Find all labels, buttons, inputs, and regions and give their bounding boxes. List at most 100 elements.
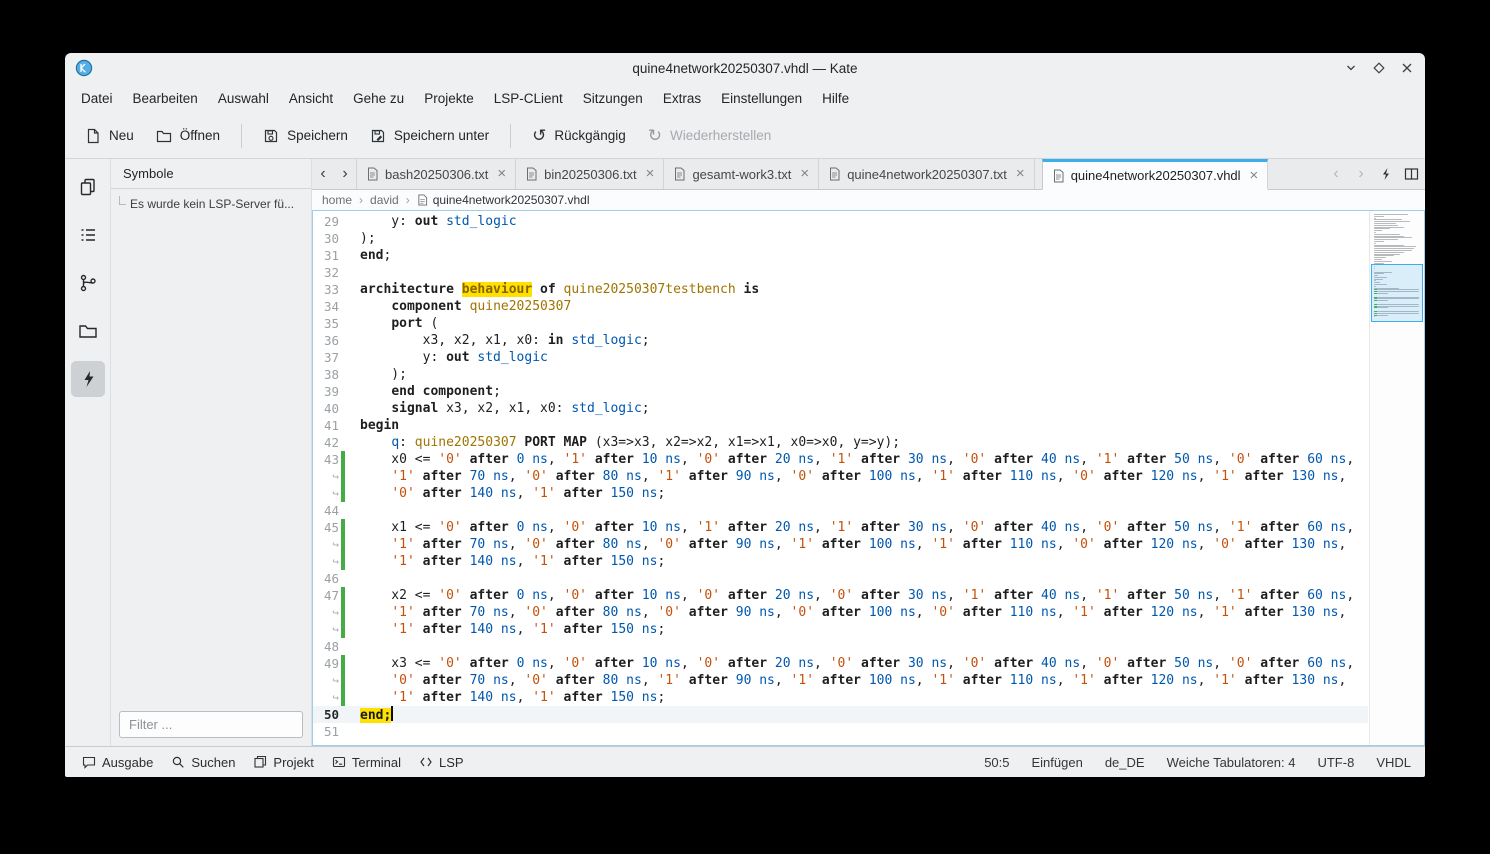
menu-einstellungen[interactable]: Einstellungen bbox=[711, 87, 812, 110]
breadcrumb-home[interactable]: home bbox=[322, 193, 352, 207]
tab-mode[interactable]: Weiche Tabulatoren: 4 bbox=[1167, 755, 1296, 770]
syntax-mode[interactable]: VHDL bbox=[1376, 755, 1411, 770]
view-history-back-button[interactable]: ‹ bbox=[1325, 165, 1347, 183]
code-line-38[interactable]: 38 ); bbox=[313, 366, 1368, 383]
tab-quine4network20250307.vhdl[interactable]: quine4network20250307.vhdl× bbox=[1042, 159, 1269, 190]
menu-gehe-zu[interactable]: Gehe zu bbox=[343, 87, 414, 110]
symbol-list-tool-button[interactable] bbox=[71, 217, 105, 253]
documents-tool-button[interactable] bbox=[71, 169, 105, 205]
external-tools-button[interactable] bbox=[71, 361, 105, 397]
menu-hilfe[interactable]: Hilfe bbox=[812, 87, 859, 110]
code-line-50[interactable]: 50end; bbox=[313, 706, 1368, 723]
code-line-44[interactable]: 44 bbox=[313, 502, 1368, 519]
view-history-forward-button[interactable]: › bbox=[1350, 165, 1372, 183]
tab-close-icon[interactable]: × bbox=[1250, 170, 1259, 182]
menu-ansicht[interactable]: Ansicht bbox=[279, 87, 343, 110]
minimap-line bbox=[1374, 252, 1404, 253]
code-line-31[interactable]: 31end; bbox=[313, 247, 1368, 264]
code-line-wrap[interactable]: ↪ '1' after 140 ns, '1' after 150 ns; bbox=[313, 621, 1368, 638]
quick-open-button[interactable] bbox=[1375, 167, 1397, 181]
save-button[interactable]: Speichern bbox=[253, 122, 358, 150]
code-line-wrap[interactable]: ↪ '0' after 70 ns, '0' after 80 ns, '1' … bbox=[313, 672, 1368, 689]
breadcrumb-david[interactable]: david bbox=[370, 193, 399, 207]
search-pane-button[interactable]: Suchen bbox=[162, 751, 244, 774]
code-line-36[interactable]: 36 x3, x2, x1, x0: in std_logic; bbox=[313, 332, 1368, 349]
code-line-39[interactable]: 39 end component; bbox=[313, 383, 1368, 400]
menu-bearbeiten[interactable]: Bearbeiten bbox=[123, 87, 208, 110]
code-line-47[interactable]: 47 x2 <= '0' after 0 ns, '0' after 10 ns… bbox=[313, 587, 1368, 604]
wrap-indicator-icon: ↪ bbox=[313, 689, 339, 706]
code-line-wrap[interactable]: ↪ '1' after 140 ns, '1' after 150 ns; bbox=[313, 553, 1368, 570]
tabs-scroll-right-button[interactable]: › bbox=[334, 159, 356, 189]
tab-close-icon[interactable]: × bbox=[497, 168, 506, 180]
document-open-icon bbox=[156, 128, 172, 144]
menu-datei[interactable]: Datei bbox=[71, 87, 123, 110]
code-line-51[interactable]: 51 bbox=[313, 723, 1368, 740]
code-text: ); bbox=[345, 366, 407, 383]
code-line-40[interactable]: 40 signal x3, x2, x1, x0: std_logic; bbox=[313, 400, 1368, 417]
code-line-32[interactable]: 32 bbox=[313, 264, 1368, 281]
project-pane-button[interactable]: Projekt bbox=[244, 751, 322, 774]
filesystem-tool-button[interactable] bbox=[71, 313, 105, 349]
filter-input[interactable] bbox=[119, 711, 303, 738]
encoding[interactable]: UTF-8 bbox=[1317, 755, 1354, 770]
close-button[interactable] bbox=[1399, 60, 1415, 76]
menu-projekte[interactable]: Projekte bbox=[414, 87, 484, 110]
menu-extras[interactable]: Extras bbox=[653, 87, 711, 110]
open-button[interactable]: Öffnen bbox=[146, 122, 230, 150]
code-line-wrap[interactable]: ↪ '1' after 70 ns, '0' after 80 ns, '0' … bbox=[313, 536, 1368, 553]
tabs-scroll-left-button[interactable]: ‹ bbox=[312, 159, 334, 189]
menu-auswahl[interactable]: Auswahl bbox=[208, 87, 279, 110]
git-tool-button[interactable] bbox=[71, 265, 105, 301]
code-line-43[interactable]: 43 x0 <= '0' after 0 ns, '1' after 10 ns… bbox=[313, 451, 1368, 468]
tab-bash20250306.txt[interactable]: bash20250306.txt× bbox=[356, 159, 516, 189]
code-line-29[interactable]: 29 y: out std_logic bbox=[313, 213, 1368, 230]
breadcrumb-file[interactable]: quine4network20250307.vhdl bbox=[417, 193, 590, 207]
cursor-position[interactable]: 50:5 bbox=[984, 755, 1009, 770]
code-line-34[interactable]: 34 component quine20250307 bbox=[313, 298, 1368, 315]
minimap[interactable] bbox=[1369, 211, 1424, 745]
text-file-icon bbox=[828, 167, 841, 181]
code-line-wrap[interactable]: ↪ '1' after 140 ns, '1' after 150 ns; bbox=[313, 689, 1368, 706]
minimap-line bbox=[1374, 232, 1376, 233]
breadcrumb-separator: › bbox=[359, 193, 363, 207]
minimize-button[interactable] bbox=[1343, 60, 1359, 76]
file-icon bbox=[417, 194, 428, 206]
maximize-button[interactable] bbox=[1371, 60, 1387, 76]
minimap-viewport[interactable] bbox=[1371, 264, 1423, 322]
tab-close-icon[interactable]: × bbox=[800, 168, 809, 180]
code-line-42[interactable]: 42 q: quine20250307 PORT MAP (x3=>x3, x2… bbox=[313, 434, 1368, 451]
lsp-pane-button[interactable]: LSP bbox=[410, 751, 473, 774]
output-pane-button[interactable]: Ausgabe bbox=[73, 751, 162, 774]
menu-sitzungen[interactable]: Sitzungen bbox=[573, 87, 653, 110]
code-line-wrap[interactable]: ↪ '1' after 70 ns, '0' after 80 ns, '1' … bbox=[313, 468, 1368, 485]
save-as-button[interactable]: Speichern unter bbox=[360, 122, 499, 150]
terminal-pane-button[interactable]: Terminal bbox=[323, 751, 410, 774]
code-line-33[interactable]: 33architecture behaviour of quine2025030… bbox=[313, 281, 1368, 298]
code-line-37[interactable]: 37 y: out std_logic bbox=[313, 349, 1368, 366]
code-line-35[interactable]: 35 port ( bbox=[313, 315, 1368, 332]
code-line-45[interactable]: 45 x1 <= '0' after 0 ns, '0' after 10 ns… bbox=[313, 519, 1368, 536]
code-line-30[interactable]: 30); bbox=[313, 230, 1368, 247]
title-bar[interactable]: quine4network20250307.vhdl — Kate bbox=[65, 53, 1425, 83]
menu-lsp-client[interactable]: LSP-CLient bbox=[484, 87, 573, 110]
tab-close-icon[interactable]: × bbox=[1016, 168, 1025, 180]
code-line-wrap[interactable]: ↪ '0' after 140 ns, '1' after 150 ns; bbox=[313, 485, 1368, 502]
tab-gesamt-work3.txt[interactable]: gesamt-work3.txt× bbox=[664, 159, 819, 189]
code-line-41[interactable]: 41begin bbox=[313, 417, 1368, 434]
tab-close-icon[interactable]: × bbox=[646, 168, 655, 180]
code-line-wrap[interactable]: ↪ '1' after 70 ns, '0' after 80 ns, '0' … bbox=[313, 604, 1368, 621]
code-text: '1' after 70 ns, '0' after 80 ns, '0' af… bbox=[345, 536, 1346, 553]
undo-button[interactable]: ↺ Rückgängig bbox=[522, 122, 636, 150]
code-line-46[interactable]: 46 bbox=[313, 570, 1368, 587]
split-view-button[interactable] bbox=[1400, 167, 1422, 181]
dictionary[interactable]: de_DE bbox=[1105, 755, 1145, 770]
tab-bin20250306.txt[interactable]: bin20250306.txt× bbox=[516, 159, 664, 189]
code-text: x3 <= '0' after 0 ns, '0' after 10 ns, '… bbox=[345, 655, 1354, 672]
new-button[interactable]: Neu bbox=[75, 122, 144, 150]
code-line-48[interactable]: 48 bbox=[313, 638, 1368, 655]
code-line-49[interactable]: 49 x3 <= '0' after 0 ns, '0' after 10 ns… bbox=[313, 655, 1368, 672]
code-area[interactable]: 29 y: out std_logic30);31end;3233archite… bbox=[313, 211, 1368, 745]
insert-mode[interactable]: Einfügen bbox=[1032, 755, 1083, 770]
tab-quine4network20250307.txt[interactable]: quine4network20250307.txt× bbox=[819, 159, 1035, 189]
